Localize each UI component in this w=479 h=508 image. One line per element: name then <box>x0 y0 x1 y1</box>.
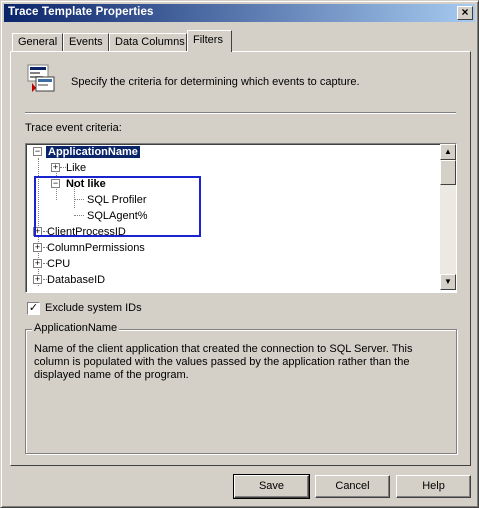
exclude-system-ids-checkbox[interactable]: ✓ <box>27 302 40 315</box>
filters-panel: Specify the criteria for determining whi… <box>10 51 471 466</box>
window-title: Trace Template Properties <box>8 6 154 18</box>
exclude-system-ids-label[interactable]: Exclude system IDs <box>45 302 142 314</box>
checkmark-icon: ✓ <box>28 302 39 314</box>
tree-node-applicationname[interactable]: ApplicationName <box>45 144 141 160</box>
expand-icon[interactable]: + <box>33 259 42 268</box>
close-icon: × <box>461 5 469 19</box>
collapse-icon[interactable]: − <box>33 147 42 156</box>
tree-node-like[interactable]: Like <box>66 160 86 176</box>
filters-description: Specify the criteria for determining whi… <box>71 76 360 88</box>
scroll-down-icon: ▼ <box>444 277 452 286</box>
save-button[interactable]: Save <box>233 474 310 499</box>
scroll-down-button[interactable]: ▼ <box>440 274 456 290</box>
column-details-group: ApplicationName Name of the client appli… <box>25 322 457 454</box>
expand-icon[interactable]: + <box>51 163 60 172</box>
tab-events[interactable]: Events <box>63 33 109 51</box>
column-details-title: ApplicationName <box>32 322 120 334</box>
filter-properties-icon <box>27 64 55 92</box>
tree-node-columnpermissions[interactable]: ColumnPermissions <box>47 240 145 256</box>
scroll-thumb[interactable] <box>440 160 456 185</box>
column-description: Name of the client application that crea… <box>34 343 413 381</box>
annotation-highlight-box <box>34 176 201 237</box>
help-button[interactable]: Help <box>396 475 471 498</box>
cancel-button[interactable]: Cancel <box>315 475 390 498</box>
scroll-up-button[interactable]: ▲ <box>440 144 456 160</box>
tab-data-columns[interactable]: Data Columns <box>109 33 187 51</box>
tree-node-cpu[interactable]: CPU <box>47 256 70 272</box>
tree-scrollbar[interactable]: ▲ ▼ <box>440 144 456 290</box>
tab-general[interactable]: General <box>12 33 63 51</box>
header-divider <box>25 112 456 114</box>
trace-criteria-label: Trace event criteria: <box>25 122 122 134</box>
expand-icon[interactable]: + <box>33 275 42 284</box>
close-button[interactable]: × <box>457 6 473 20</box>
dialog-window: Trace Template Properties × General Even… <box>0 0 479 508</box>
title-bar[interactable]: Trace Template Properties × <box>4 4 475 22</box>
tab-filters[interactable]: Filters <box>187 30 232 52</box>
tree-node-databaseid[interactable]: DatabaseID <box>47 272 105 288</box>
scroll-up-icon: ▲ <box>444 147 452 156</box>
expand-icon[interactable]: + <box>33 243 42 252</box>
